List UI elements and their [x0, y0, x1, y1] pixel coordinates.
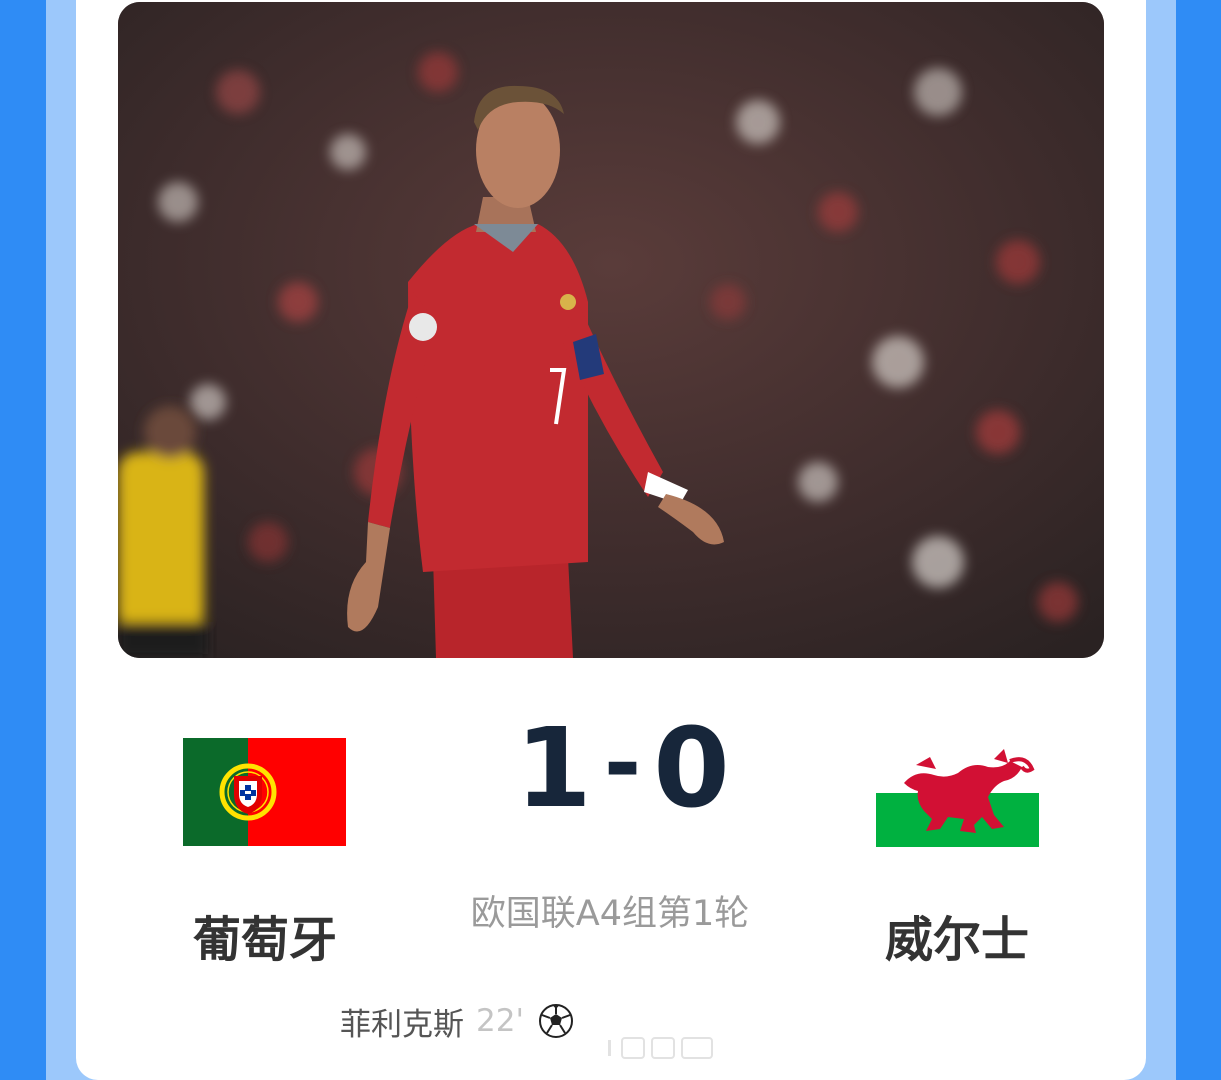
home-score: 1 — [515, 703, 592, 832]
away-team-name: 威尔士 — [884, 912, 1029, 968]
wales-flag-icon — [876, 739, 1039, 847]
score-separator: - — [603, 711, 642, 816]
scorer-minute: 22' — [476, 1003, 524, 1039]
soccer-ball-icon — [538, 1003, 574, 1039]
match-score: 1 - 0 — [515, 704, 729, 832]
home-team-name: 葡萄牙 — [192, 912, 337, 968]
player-photo[interactable] — [118, 2, 1104, 658]
scorer-name: 菲利克斯 — [340, 1006, 464, 1043]
away-score: 0 — [653, 703, 730, 832]
watermark-logo — [608, 1026, 718, 1066]
portugal-flag-icon — [183, 738, 346, 846]
competition-round: 欧国联A4组第1轮 — [470, 893, 750, 934]
goal-scorer-row: 菲利克斯 22' — [340, 998, 574, 1044]
